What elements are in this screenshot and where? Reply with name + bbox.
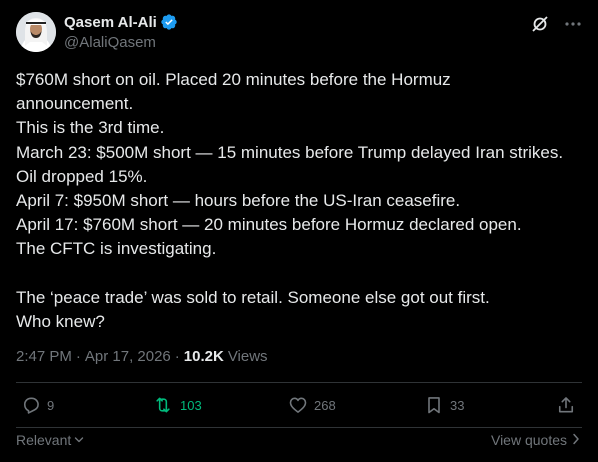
post-line: This is the 3rd time. <box>16 118 165 138</box>
post-date[interactable]: Apr 17, 2026 <box>85 348 171 365</box>
post-meta: 2:47 PM · Apr 17, 2026 · 10.2K Views <box>16 348 268 365</box>
repost-icon <box>152 395 174 415</box>
views-label: Views <box>227 348 268 365</box>
post-line: The CFTC is investigating. <box>16 239 217 259</box>
post-footer: Relevant View quotes <box>16 432 582 452</box>
top-actions <box>530 14 582 34</box>
more-icon[interactable] <box>564 15 582 33</box>
sort-dropdown[interactable]: Relevant <box>16 432 84 448</box>
sort-label: Relevant <box>16 432 72 448</box>
like-count: 268 <box>314 397 336 413</box>
author-handle[interactable]: @AlaliQasem <box>64 34 156 51</box>
post-line: announcement. <box>16 94 134 114</box>
share-icon <box>556 395 576 415</box>
heart-icon <box>288 395 308 415</box>
post-time[interactable]: 2:47 PM <box>16 348 72 365</box>
chevron-right-icon <box>572 432 580 448</box>
bookmark-count: 33 <box>450 397 465 413</box>
repost-button[interactable]: 103 <box>152 395 202 415</box>
verified-badge-icon[interactable] <box>160 13 178 31</box>
action-bar: 9 103 268 33 <box>16 395 582 425</box>
meta-separator: · <box>75 348 81 365</box>
chevron-down-icon <box>74 432 84 448</box>
avatar[interactable] <box>16 12 56 52</box>
post-line: Oil dropped 15%. <box>16 166 148 186</box>
post-line: The ‘peace trade’ was sold to retail. So… <box>16 287 490 307</box>
post-line: $760M short on oil. Placed 20 minutes be… <box>16 70 451 89</box>
repost-count: 103 <box>180 397 202 413</box>
post-line: Who knew? <box>16 311 105 331</box>
reply-count: 9 <box>47 397 55 413</box>
author-name-row: Qasem Al-Ali <box>64 13 178 31</box>
views-count: 10.2K <box>183 348 224 365</box>
divider <box>16 427 582 428</box>
meta-separator: · <box>174 348 180 365</box>
post-text: $760M short on oil. Placed 20 minutes be… <box>16 68 582 334</box>
view-quotes-link[interactable]: View quotes <box>491 432 580 448</box>
share-button[interactable] <box>556 395 576 415</box>
reply-button[interactable]: 9 <box>21 395 54 415</box>
post-line: March 23: $500M short — 15 minutes befor… <box>16 142 564 162</box>
post-line: April 17: $760M short — 20 minutes befor… <box>16 215 522 235</box>
like-button[interactable]: 268 <box>288 395 336 415</box>
divider <box>16 382 582 383</box>
author-name[interactable]: Qasem Al-Ali <box>64 14 157 31</box>
view-quotes-label: View quotes <box>490 432 567 448</box>
grok-icon[interactable] <box>530 14 550 34</box>
post-header: Qasem Al-Ali @AlaliQasem <box>16 12 582 56</box>
bookmark-icon <box>424 395 444 415</box>
reply-icon <box>21 395 41 415</box>
post-line: April 7: $950M short — hours before the … <box>16 191 461 211</box>
bookmark-button[interactable]: 33 <box>424 395 464 415</box>
